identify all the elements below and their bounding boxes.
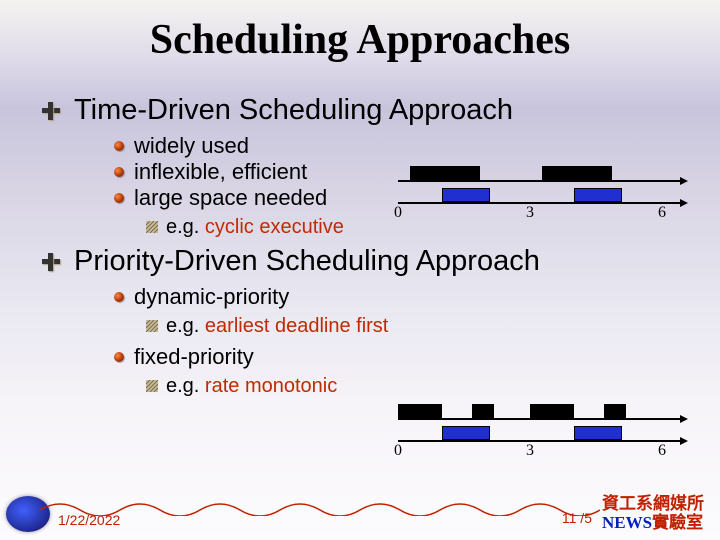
lab-line2: NEWS實驗室 [602,513,704,532]
priority-sublist-dynamic: dynamic-priority [42,284,720,310]
dot-icon [114,141,124,151]
plus-icon [42,100,64,122]
page-total: /5 [576,510,592,526]
eg-emph: cyclic executive [205,216,344,238]
tick-6: 6 [658,204,666,222]
page-current: 11 [562,510,577,526]
sub-fixed-priority: fixed-priority [114,344,720,370]
footer-decoration-icon [40,496,600,516]
eg-prefix: e.g. [166,375,205,397]
footer-date: 1/22/2022 [58,512,120,528]
diagram-priority-driven: 0 3 6 [390,398,690,462]
tick-0: 0 [394,442,402,460]
hatched-square-icon [146,380,158,392]
sub-widely-used: widely used [114,133,720,159]
sub-dynamic-priority: dynamic-priority [114,284,720,310]
hatched-square-icon [146,221,158,233]
hatched-square-icon [146,320,158,332]
example-text: e.g. cyclic executive [166,215,344,239]
axis-tick-labels: 0 3 6 [390,204,690,224]
diagram-row-bottom [390,420,690,442]
fixed-example: e.g. rate monotonic [42,374,720,398]
eg-emph: rate monotonic [205,375,337,397]
diagram-time-driven: 0 3 6 [390,160,690,224]
sub-text: fixed-priority [134,344,254,370]
task-bar [604,404,626,418]
slide-title: Scheduling Approaches [0,0,720,64]
lab-line1: 資工系網媒所 [602,494,704,513]
eg-prefix: e.g. [166,315,205,337]
task-bar [574,426,622,440]
diagram-row-top [390,398,690,420]
tick-6: 6 [658,442,666,460]
task-bar [472,404,494,418]
bullet-priority-driven: Priority-Driven Scheduling Approach [42,245,720,278]
lab-suffix: 實驗室 [652,513,703,532]
tick-3: 3 [526,204,534,222]
dot-icon [114,193,124,203]
diagram-row-top [390,160,690,182]
task-bar [442,188,490,202]
eg-emph: earliest deadline first [205,315,388,337]
example-rate-monotonic: e.g. rate monotonic [146,374,720,398]
slide-footer: 1/22/2022 11 /5 資工系網媒所 NEWS實驗室 [0,486,720,534]
task-bar [542,166,612,180]
example-edf: e.g. earliest deadline first [146,314,720,338]
bullet-text: Time-Driven Scheduling Approach [74,94,513,127]
task-bar [574,188,622,202]
example-text: e.g. rate monotonic [166,374,337,398]
bullet-text: Priority-Driven Scheduling Approach [74,245,540,278]
tick-0: 0 [394,204,402,222]
diagram-row-bottom [390,182,690,204]
sub-text: dynamic-priority [134,284,289,310]
dot-icon [114,167,124,177]
task-bar [410,166,480,180]
example-text: e.g. earliest deadline first [166,314,388,338]
tick-3: 3 [526,442,534,460]
bullet-time-driven: Time-Driven Scheduling Approach [42,94,720,127]
dynamic-example: e.g. earliest deadline first [42,314,720,338]
footer-lab-name: 資工系網媒所 NEWS實驗室 [602,494,704,532]
slide-body: Time-Driven Scheduling Approach widely u… [0,64,720,398]
sub-text: inflexible, efficient [134,159,307,185]
footer-page-number: 11 /5 [562,510,592,526]
dot-icon [114,352,124,362]
task-bar [530,404,574,418]
lab-news: NEWS [602,513,652,532]
priority-sublist-fixed: fixed-priority [42,344,720,370]
task-bar [442,426,490,440]
sub-text: large space needed [134,185,327,211]
dot-icon [114,292,124,302]
sub-text: widely used [134,133,249,159]
task-bar [398,404,442,418]
axis-tick-labels: 0 3 6 [390,442,690,462]
eg-prefix: e.g. [166,216,205,238]
plus-icon [42,251,64,273]
